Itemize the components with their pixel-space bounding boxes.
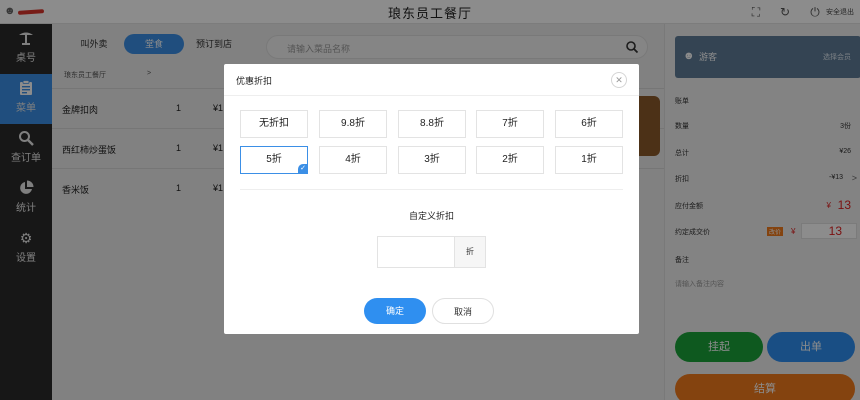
close-icon[interactable]: ✕ (611, 72, 627, 88)
discount-option-selected[interactable]: 5折 ✓ (240, 146, 308, 174)
discount-dialog: 优惠折扣 ✕ 无折扣 9.8折 8.8折 7折 6折 5折 ✓ 4折 3折 2折… (224, 64, 639, 334)
custom-discount-input[interactable] (378, 237, 454, 267)
discount-option[interactable]: 1折 (555, 146, 623, 174)
custom-discount-field: 折 (377, 236, 486, 268)
discount-option[interactable]: 4折 (319, 146, 387, 174)
discount-unit-label: 折 (454, 237, 485, 267)
custom-discount-label: 自定义折扣 (408, 211, 454, 221)
dialog-header: 优惠折扣 ✕ (224, 64, 639, 96)
discount-option[interactable]: 3折 (398, 146, 466, 174)
discount-option[interactable]: 8.8折 (398, 110, 466, 138)
discount-option[interactable]: 2折 (476, 146, 544, 174)
discount-option[interactable]: 无折扣 (240, 110, 308, 138)
dialog-title: 优惠折扣 (236, 76, 273, 86)
discount-option[interactable]: 6折 (555, 110, 623, 138)
confirm-button[interactable]: 确定 (364, 298, 426, 324)
app-root: ☻ 琅东员工餐厅 ⛶ ↻ ⏻ 安全退出 桌号 菜单 查订单 统计 ⚙ 设置 叫外… (0, 0, 860, 400)
cancel-button[interactable]: 取消 (432, 298, 494, 324)
discount-option-label: 5折 (266, 154, 282, 165)
divider (240, 189, 623, 190)
discount-option[interactable]: 9.8折 (319, 110, 387, 138)
check-icon: ✓ (298, 164, 308, 174)
discount-option[interactable]: 7折 (476, 110, 544, 138)
